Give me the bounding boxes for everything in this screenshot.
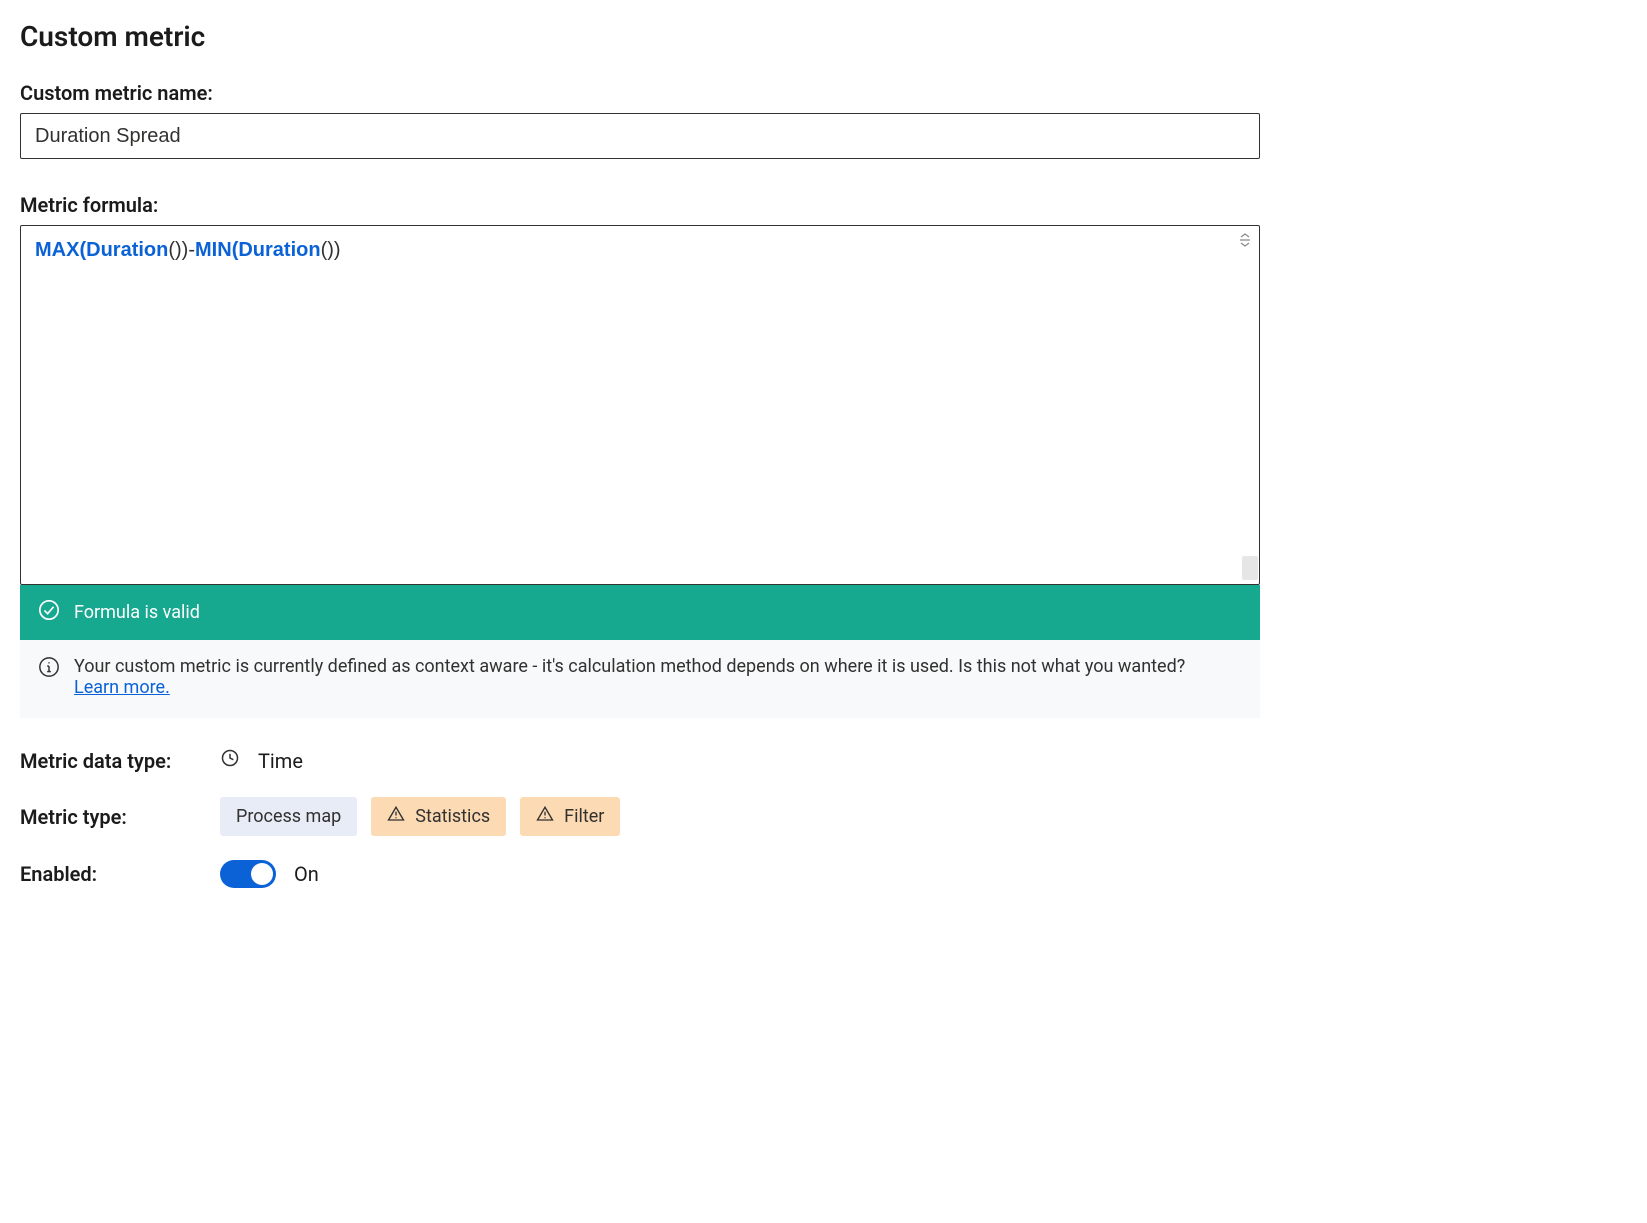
- formula-token-paren: (): [168, 239, 181, 261]
- enabled-status: On: [294, 862, 319, 886]
- page-title: Custom metric: [20, 20, 1627, 53]
- chip-label: Process map: [236, 806, 341, 827]
- warning-icon: [387, 805, 405, 828]
- formula-token-paren: ): [334, 239, 341, 261]
- learn-more-link[interactable]: Learn more.: [74, 677, 170, 698]
- formula-label: Metric formula:: [20, 193, 1627, 217]
- formula-token-fn: MAX: [35, 239, 79, 261]
- validation-banner: Formula is valid: [20, 585, 1260, 640]
- chip-label: Statistics: [415, 806, 490, 827]
- check-circle-icon: [38, 599, 60, 626]
- chip-label: Filter: [564, 806, 604, 827]
- metric-name-label: Custom metric name:: [20, 81, 1627, 105]
- info-text: Your custom metric is currently defined …: [74, 656, 1185, 677]
- enabled-label: Enabled:: [20, 862, 220, 886]
- data-type-label: Metric data type:: [20, 749, 220, 773]
- clock-icon: [220, 748, 240, 773]
- formula-token-ident: Duration: [86, 239, 168, 261]
- data-type-value: Time: [258, 749, 303, 773]
- formula-token-fn: MIN: [195, 239, 232, 261]
- formula-token-op: -: [188, 239, 195, 261]
- warning-icon: [536, 805, 554, 828]
- formula-editor[interactable]: MAX(Duration())-MIN(Duration()): [20, 225, 1260, 585]
- metric-name-input[interactable]: [20, 113, 1260, 159]
- metric-type-chip-process-map[interactable]: Process map: [220, 797, 357, 836]
- metric-type-label: Metric type:: [20, 805, 220, 829]
- enabled-toggle[interactable]: [220, 860, 276, 888]
- metric-type-chip-filter[interactable]: Filter: [520, 797, 620, 836]
- validation-text: Formula is valid: [74, 602, 200, 623]
- formula-token-paren: (): [321, 239, 334, 261]
- formula-token-ident: Duration: [238, 239, 320, 261]
- info-banner: Your custom metric is currently defined …: [20, 640, 1260, 718]
- toggle-knob: [251, 863, 273, 885]
- info-icon: [38, 656, 60, 683]
- metric-type-chip-statistics[interactable]: Statistics: [371, 797, 506, 836]
- scrollbar-thumb[interactable]: [1242, 556, 1258, 580]
- resize-handle-icon[interactable]: [1237, 232, 1253, 248]
